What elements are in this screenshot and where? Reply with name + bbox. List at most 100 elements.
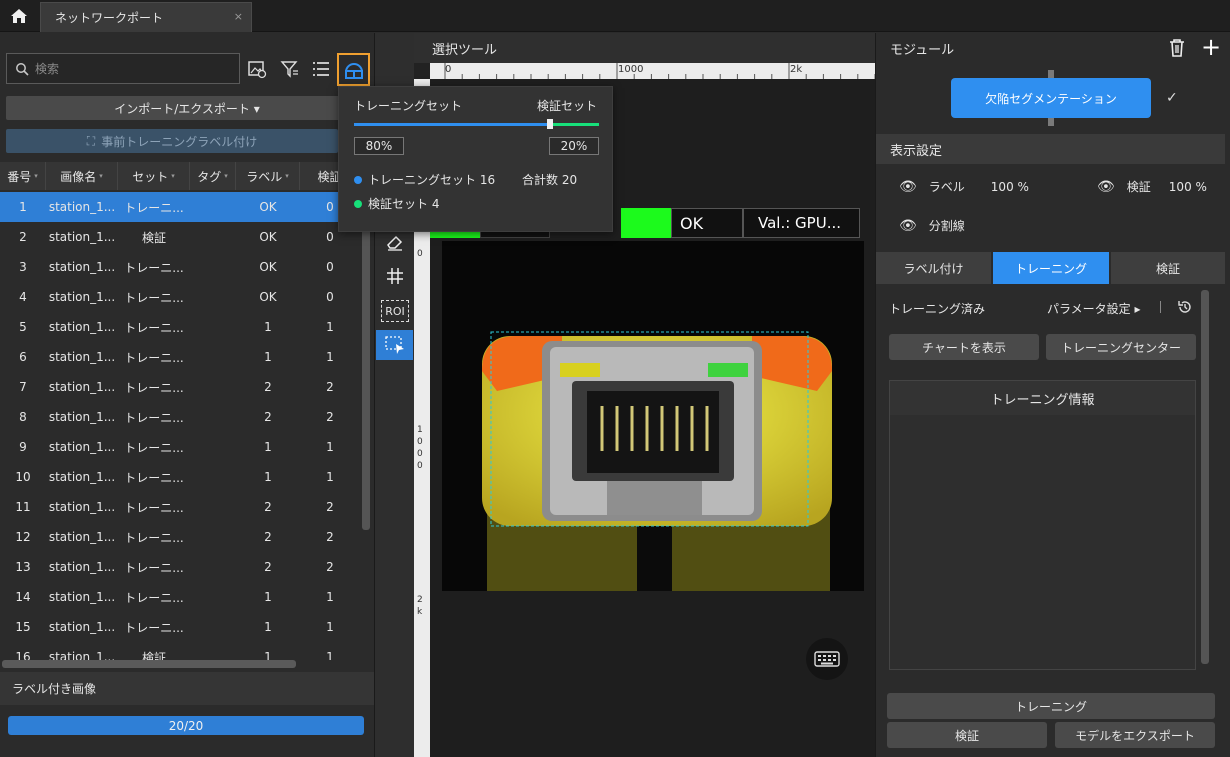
- cell-number: 4: [19, 290, 27, 304]
- cell-number: 2: [19, 230, 27, 244]
- add-module-button[interactable]: +: [1200, 35, 1222, 59]
- col-image-name[interactable]: 画像名 ▾: [46, 162, 118, 190]
- ruler-ticks: [444, 63, 875, 79]
- table-row[interactable]: 9 station_1... トレーニ... 1 1: [0, 432, 360, 462]
- dataset-split-popup: トレーニングセット 検証セット 80% 20% トレーニングセット 16 合計数…: [338, 86, 613, 232]
- show-chart-button[interactable]: チャートを表示: [889, 334, 1039, 360]
- import-export-button[interactable]: インポート/エクスポート ▾: [6, 96, 368, 120]
- table-row[interactable]: 15 station_1... トレーニ... 1 1: [0, 612, 360, 642]
- cell-label: 1: [264, 350, 272, 364]
- roi-tool[interactable]: ROI: [381, 300, 409, 322]
- col-set[interactable]: セット ▾: [118, 162, 190, 190]
- search-icon: [16, 62, 29, 76]
- cell-validation: 2: [326, 530, 334, 544]
- table-row[interactable]: 5 station_1... トレーニ... 1 1: [0, 312, 360, 342]
- image-table: 1 station_1... トレーニ... OK 0 2 station_1... 検証 OK…: [0, 192, 360, 660]
- search-placeholder: 検索: [35, 62, 60, 76]
- delete-module-button[interactable]: [1168, 38, 1188, 58]
- cell-image-name: station_1...: [48, 230, 116, 244]
- table-horizontal-scrollbar[interactable]: [2, 660, 296, 668]
- table-row[interactable]: 1 station_1... トレーニ... OK 0: [0, 192, 360, 222]
- table-vertical-scrollbar[interactable]: [362, 192, 370, 530]
- table-row[interactable]: 8 station_1... トレーニ... 2 2: [0, 402, 360, 432]
- home-button[interactable]: [0, 0, 38, 32]
- split-line-toggle[interactable]: 👁 分割線: [899, 217, 965, 234]
- validate-button[interactable]: 検証: [887, 722, 1047, 748]
- cell-validation: 2: [326, 410, 334, 424]
- table-row[interactable]: 2 station_1... 検証 OK 0: [0, 222, 360, 252]
- tab-network-port[interactable]: ネットワークポート ×: [40, 2, 252, 32]
- col-label[interactable]: ラベル ▾: [236, 162, 300, 190]
- tab-validation[interactable]: 検証: [1111, 252, 1225, 284]
- search-input[interactable]: 検索: [6, 53, 240, 84]
- val-percent-input[interactable]: 20%: [549, 137, 599, 155]
- table-row[interactable]: 7 station_1... トレーニ... 2 2: [0, 372, 360, 402]
- table-row[interactable]: 12 station_1... トレーニ... 2 2: [0, 522, 360, 552]
- history-button[interactable]: [1177, 299, 1195, 317]
- labeled-images-header: ラベル付き画像: [0, 672, 374, 705]
- roi-label: ROI: [385, 304, 405, 318]
- col-number[interactable]: 番号 ▾: [0, 162, 46, 190]
- image-settings-button[interactable]: [245, 57, 269, 81]
- module-node[interactable]: 欠陥セグメンテーション: [951, 78, 1151, 118]
- cell-number: 9: [19, 440, 27, 454]
- split-slider-handle[interactable]: [547, 119, 553, 129]
- table-row[interactable]: 4 station_1... トレーニ... OK 0: [0, 282, 360, 312]
- cell-validation: 2: [326, 560, 334, 574]
- keyboard-button[interactable]: [806, 638, 848, 680]
- cell-image-name: station_1...: [48, 260, 116, 274]
- cell-label: 2: [264, 530, 272, 544]
- train-button[interactable]: トレーニング: [887, 693, 1215, 719]
- tab-labeling[interactable]: ラベル付け: [876, 252, 991, 284]
- table-row[interactable]: 14 station_1... トレーニ... 1 1: [0, 582, 360, 612]
- cell-set: トレーニ...: [124, 380, 184, 395]
- cell-set: トレーニ...: [124, 470, 184, 485]
- popup-val-title: 検証セット: [536, 99, 597, 113]
- cell-validation: 1: [326, 470, 334, 484]
- table-row[interactable]: 13 station_1... トレーニ... 2 2: [0, 552, 360, 582]
- dataset-split-button[interactable]: [337, 53, 370, 86]
- train-count-label: トレーニングセット 16: [368, 173, 496, 187]
- train-percent-input[interactable]: 80%: [354, 137, 404, 155]
- ruler-left-mark-1000: 1000: [417, 425, 423, 471]
- select-box-icon: [384, 336, 404, 354]
- table-row[interactable]: 3 station_1... トレーニ... OK 0: [0, 252, 360, 282]
- filter-icon: [280, 61, 298, 78]
- table-row[interactable]: 16 station_1... 検証 1 1: [0, 642, 360, 660]
- val-visibility-toggle[interactable]: 👁 検証 100 %: [1097, 178, 1207, 195]
- validation-label: Val.: GPU...: [743, 208, 860, 238]
- list-view-button[interactable]: [309, 57, 333, 81]
- cell-validation: 1: [326, 440, 334, 454]
- grid-tool[interactable]: [380, 262, 410, 290]
- select-tool[interactable]: [376, 330, 413, 360]
- training-center-button[interactable]: トレーニングセンター: [1046, 334, 1196, 360]
- cell-label: OK: [259, 200, 277, 214]
- close-icon[interactable]: ×: [234, 10, 243, 23]
- table-row[interactable]: 10 station_1... トレーニ... 1 1: [0, 462, 360, 492]
- table-row[interactable]: 11 station_1... トレーニ... 2 2: [0, 492, 360, 522]
- cell-image-name: station_1...: [48, 350, 116, 364]
- cell-number: 1: [19, 200, 27, 214]
- cell-number: 13: [15, 560, 31, 574]
- table-row[interactable]: 6 station_1... トレーニ... 1 1: [0, 342, 360, 372]
- ruler-mark-2k: 2k: [790, 64, 803, 75]
- label-visibility-toggle[interactable]: 👁 ラベル 100 %: [899, 178, 1029, 195]
- col-tag[interactable]: タグ ▾: [190, 162, 236, 190]
- parameter-settings-button[interactable]: パラメータ設定 ▸: [1047, 300, 1140, 317]
- right-scrollbar[interactable]: [1201, 290, 1209, 664]
- pretrain-label-button[interactable]: ⛶ 事前トレーニングラベル付け: [6, 129, 338, 153]
- eraser-tool[interactable]: [380, 228, 410, 256]
- divider: [1160, 301, 1161, 313]
- val-dot-icon: [354, 199, 362, 208]
- cell-number: 12: [15, 530, 31, 544]
- training-info-title: トレーニング情報: [890, 381, 1195, 415]
- trash-icon: [1170, 39, 1184, 57]
- cell-set: 検証: [141, 650, 166, 661]
- cell-set: トレーニ...: [124, 590, 184, 605]
- filter-button[interactable]: [278, 57, 302, 81]
- eraser-icon: [387, 235, 403, 251]
- split-slider-track[interactable]: [354, 119, 599, 129]
- home-icon: [11, 9, 27, 23]
- export-model-button[interactable]: モデルをエクスポート: [1055, 722, 1215, 748]
- tab-training[interactable]: トレーニング: [993, 252, 1109, 284]
